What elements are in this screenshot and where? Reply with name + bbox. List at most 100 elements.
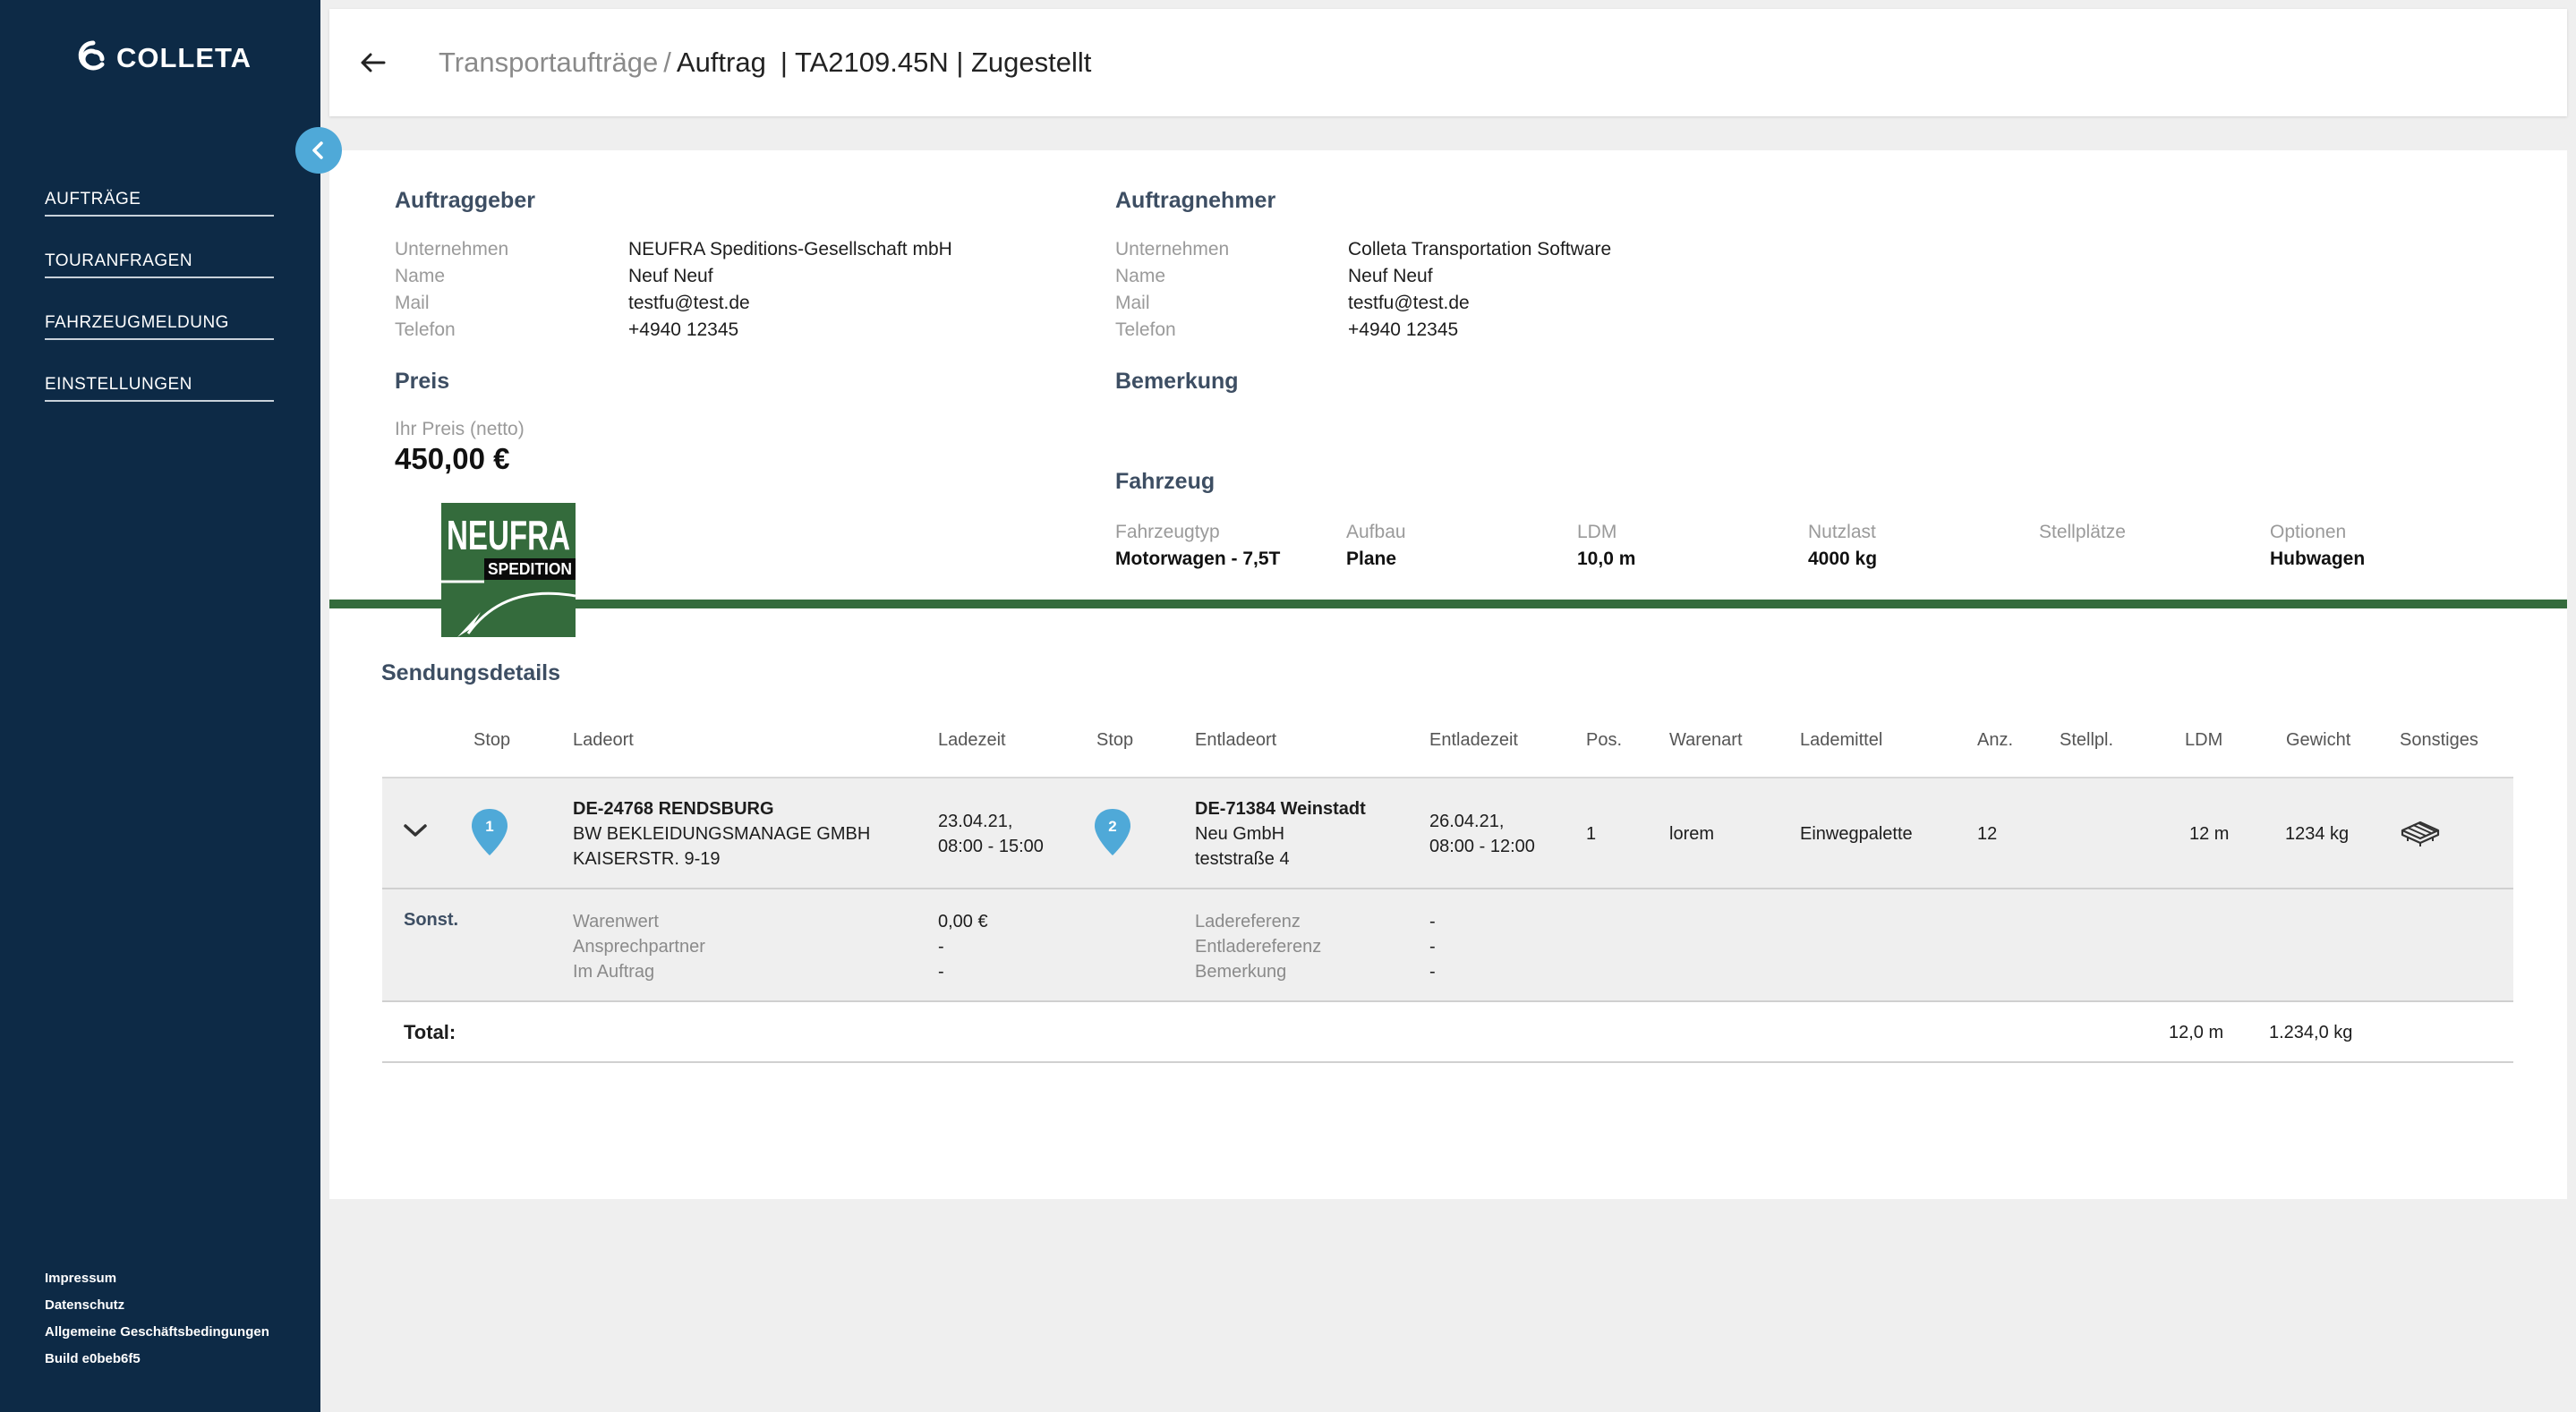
total-ldm: 12,0 m xyxy=(2169,1023,2224,1042)
sidebar-collapse-button[interactable] xyxy=(295,127,342,174)
stop-load-pin-icon: 1 xyxy=(472,809,508,855)
price-title: Preis xyxy=(395,369,450,394)
load-place-street: KAISERSTR. 9-19 xyxy=(573,849,721,869)
unload-place-street: teststraße 4 xyxy=(1195,849,1290,869)
details-label-contact: Ansprechpartner xyxy=(573,937,705,957)
contractor-label-name: Name xyxy=(1115,266,1166,286)
breadcrumb-separator: / xyxy=(663,47,671,78)
neufra-logo-line1: NEUFRA xyxy=(447,512,570,558)
datenschutz-link[interactable]: Datenschutz xyxy=(45,1292,269,1319)
contractor-label-company: Unternehmen xyxy=(1115,239,1230,259)
cell-loading-equipment: Einwegpalette xyxy=(1800,824,1913,844)
th-stop-load: Stop xyxy=(473,730,511,750)
vehicle-body: Aufbau Plane xyxy=(1346,519,1570,573)
company-color-divider xyxy=(329,600,2567,608)
total-label: Total: xyxy=(404,1021,456,1043)
build-version: Build e0beb6f5 xyxy=(45,1351,141,1366)
th-pos: Pos. xyxy=(1586,730,1623,750)
sidebar-footer: Impressum Datenschutz Allgemeine Geschäf… xyxy=(45,1265,269,1373)
load-time-date: 23.04.21, xyxy=(938,812,1013,831)
impressum-link[interactable]: Impressum xyxy=(45,1265,269,1292)
load-place-company: BW BEKLEIDUNGSMANAGE GMBH xyxy=(573,824,871,844)
th-weight: Gewicht xyxy=(2286,730,2351,750)
breadcrumb: Transportaufträge / Auftrag | TA2109.45N… xyxy=(439,47,1091,79)
sidebar-nav: AUFTRÄGE TOURANFRAGEN FAHRZEUGMELDUNG EI… xyxy=(45,190,274,437)
vehicle-spaces-label: Stellplätze xyxy=(2039,522,2126,542)
client-mail[interactable]: testfu@test.de xyxy=(628,290,750,317)
vehicle-ldm-value: 10,0 m xyxy=(1577,549,1636,569)
contractor-info: Unternehmen Name Mail Telefon Colleta Tr… xyxy=(1115,236,1742,344)
back-button[interactable] xyxy=(354,45,390,81)
th-count: Anz. xyxy=(1977,730,2014,750)
vehicle-type-value: Motorwagen - 7,5T xyxy=(1115,549,1281,569)
page-header: Transportaufträge / Auftrag | TA2109.45N… xyxy=(329,9,2567,116)
details-label-load-ref: Ladereferenz xyxy=(1195,912,1301,931)
price-value: 450,00 € xyxy=(395,442,510,475)
contractor-title: Auftragnehmer xyxy=(1115,188,1276,213)
vehicle-body-value: Plane xyxy=(1346,549,1397,569)
order-id-status: | TA2109.45N | Zugestellt xyxy=(780,47,1092,78)
client-label-name: Name xyxy=(395,266,446,286)
th-goods: Warenart xyxy=(1669,730,1743,750)
vehicle-payload-label: Nutzlast xyxy=(1808,522,1876,542)
cell-weight: 1234 kg xyxy=(2285,824,2350,844)
vehicle-spaces: Stellplätze xyxy=(2039,519,2263,546)
agb-link[interactable]: Allgemeine Geschäftsbedingungen xyxy=(45,1319,269,1346)
shipment-table-header: Stop Ladeort Ladezeit Stop Entladeort En… xyxy=(382,710,2513,778)
details-label-remark: Bemerkung xyxy=(1195,962,1287,982)
details-title: Sonst. xyxy=(404,910,459,930)
vehicle-type-label: Fahrzeugtyp xyxy=(1115,522,1220,542)
neufra-logo-line2: SPEDITION xyxy=(488,560,572,578)
shipment-total-row: Total: 12,0 m 1.234,0 kg xyxy=(382,1002,2513,1063)
unload-place-city: DE-71384 Weinstadt xyxy=(1195,799,1366,819)
th-spaces: Stellpl. xyxy=(2060,730,2114,750)
vehicle-options: Optionen Hubwagen xyxy=(2270,519,2494,573)
vehicle-body-label: Aufbau xyxy=(1346,522,1406,542)
chevron-left-icon xyxy=(312,141,323,159)
details-on-behalf: - xyxy=(938,962,944,982)
cell-goods: lorem xyxy=(1669,824,1715,844)
unload-time-window: 08:00 - 12:00 xyxy=(1429,837,1535,856)
client-info: Unternehmen Name Mail Telefon NEUFRA Spe… xyxy=(395,236,1021,344)
shipment-table: Stop Ladeort Ladezeit Stop Entladeort En… xyxy=(382,710,2513,1063)
total-weight: 1.234,0 kg xyxy=(2269,1023,2353,1042)
contractor-label-phone: Telefon xyxy=(1115,319,1176,340)
nav-item-auftraege[interactable]: AUFTRÄGE xyxy=(45,190,274,217)
client-label-phone: Telefon xyxy=(395,319,456,340)
order-detail-card: Auftraggeber Unternehmen Name Mail Telef… xyxy=(329,150,2567,1199)
shipment-row: 1 DE-24768 RENDSBURG BW BEKLEIDUNGSMANAG… xyxy=(382,778,2513,889)
stop-unload-number: 2 xyxy=(1108,818,1116,835)
client-phone[interactable]: +4940 12345 xyxy=(628,317,738,344)
nav-item-touranfragen[interactable]: TOURANFRAGEN xyxy=(45,251,274,278)
vehicle-title: Fahrzeug xyxy=(1115,469,1215,494)
vehicle-options-label: Optionen xyxy=(2270,522,2347,542)
chevron-down-icon[interactable] xyxy=(402,821,429,839)
colleta-logo[interactable]: COLLETA xyxy=(75,39,252,77)
colleta-logo-icon xyxy=(78,40,105,71)
pallet-icon xyxy=(2401,821,2440,846)
unload-time-date: 26.04.21, xyxy=(1429,812,1505,831)
load-place-city: DE-24768 RENDSBURG xyxy=(573,799,774,819)
contractor-mail[interactable]: testfu@test.de xyxy=(1348,290,1470,317)
vehicle-ldm-label: LDM xyxy=(1577,522,1617,542)
nav-item-einstellungen[interactable]: EINSTELLUNGEN xyxy=(45,375,274,402)
details-label-on-behalf: Im Auftrag xyxy=(573,962,655,982)
vehicle-type: Fahrzeugtyp Motorwagen - 7,5T xyxy=(1115,519,1339,573)
client-label-company: Unternehmen xyxy=(395,239,509,259)
nav-item-fahrzeugmeldung[interactable]: FAHRZEUGMELDUNG xyxy=(45,313,274,340)
vehicle-ldm: LDM 10,0 m xyxy=(1577,519,1801,573)
shipment-title: Sendungsdetails xyxy=(381,660,561,685)
th-ldm: LDM xyxy=(2185,730,2223,750)
details-remark: - xyxy=(1429,962,1436,982)
th-load-time: Ladezeit xyxy=(938,730,1006,750)
details-unload-ref: - xyxy=(1429,937,1436,957)
vehicle-payload-value: 4000 kg xyxy=(1808,549,1878,569)
contractor-phone[interactable]: +4940 12345 xyxy=(1348,317,1458,344)
th-stop-unload: Stop xyxy=(1096,730,1134,750)
cell-ldm: 12 m xyxy=(2189,824,2230,844)
contractor-name: Neuf Neuf xyxy=(1348,266,1433,286)
neufra-spedition-logo: NEUFRA SPEDITION xyxy=(441,503,576,637)
client-label-mail: Mail xyxy=(395,293,430,313)
contractor-company: Colleta Transportation Software xyxy=(1348,239,1612,259)
breadcrumb-transportauftraege[interactable]: Transportaufträge xyxy=(439,47,658,79)
